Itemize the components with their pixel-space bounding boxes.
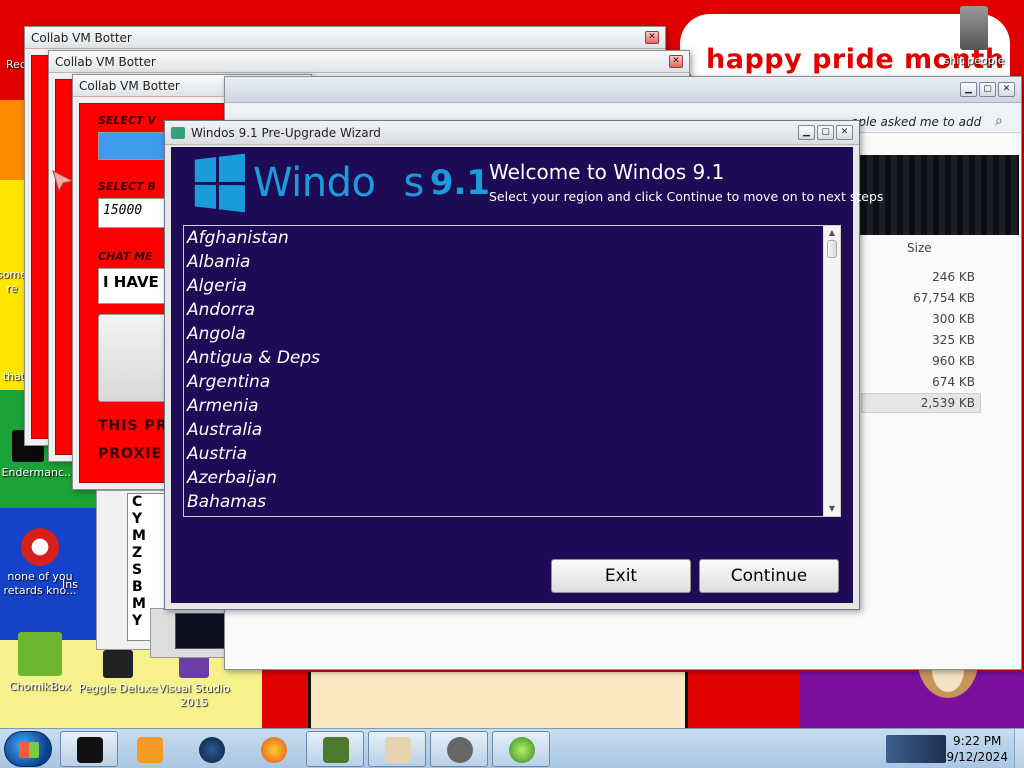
listbox-scrollbar[interactable]: ▲ ▼: [823, 226, 840, 516]
search-icon[interactable]: ⌕: [995, 113, 1003, 129]
desktop-icon-label: Endermanc...: [1, 466, 75, 479]
limewire-icon: [509, 737, 535, 763]
wizard-body: Windo s 9.1 Welcome to Windos 9.1 Select…: [171, 147, 883, 603]
firefox-icon: [261, 737, 287, 763]
minecraft-icon: [323, 737, 349, 763]
desktop-icon-label: shit people: [943, 54, 1005, 67]
scroll-down-icon[interactable]: ▼: [824, 502, 840, 516]
file-size: 67,754 KB: [913, 291, 975, 305]
exit-button[interactable]: Exit: [551, 559, 691, 593]
taskbar-app-media[interactable]: [120, 731, 178, 767]
logo-name: Windo: [253, 160, 376, 206]
folder-icon: [960, 6, 988, 50]
media-player-icon: [137, 737, 163, 763]
file-size: 674 KB: [932, 375, 975, 389]
region-option[interactable]: Afghanistan: [187, 226, 840, 250]
file-size: 300 KB: [932, 312, 975, 326]
region-option[interactable]: Antigua & Deps: [187, 346, 840, 370]
region-listbox[interactable]: Afghanistan Albania Algeria Andorra Ango…: [183, 225, 841, 517]
peggle-icon: [103, 650, 133, 678]
region-option[interactable]: Azerbaijan: [187, 466, 840, 490]
search-input[interactable]: ople asked me to add: [851, 115, 981, 129]
select-b-label: SELECT B: [98, 180, 156, 193]
app-icon: [171, 126, 185, 139]
select-vm-label: SELECT V: [98, 114, 156, 127]
region-option[interactable]: Armenia: [187, 394, 840, 418]
window-titlebar[interactable]: Collab VM Botter ✕: [25, 27, 665, 49]
continue-button[interactable]: Continue: [699, 559, 839, 593]
tray-icons[interactable]: [886, 735, 946, 763]
maximize-button[interactable]: ▢: [817, 125, 834, 140]
windos-logo: Windo s 9.1: [191, 153, 491, 213]
file-size: 2,539 KB: [920, 396, 975, 410]
opera-icon: [21, 528, 59, 566]
clock-date: 9/12/2024: [946, 750, 1008, 764]
globe-icon: [199, 737, 225, 763]
wallpaper-bottom-figure: [308, 672, 688, 730]
footer-text-line2: PROXIE: [98, 446, 163, 462]
scroll-up-icon[interactable]: ▲: [824, 226, 840, 240]
scrollbar-thumb[interactable]: [827, 240, 837, 258]
welcome-heading: Welcome to Windos 9.1: [489, 160, 725, 184]
taskbar-app-doctor[interactable]: [368, 731, 426, 767]
terminal-icon: [77, 737, 103, 763]
region-option[interactable]: Angola: [187, 322, 840, 346]
wizard-title: Windos 9.1 Pre-Upgrade Wizard: [191, 125, 381, 140]
desktop-icon-label: Visual Studio 2015: [158, 682, 230, 709]
file-size: 960 KB: [932, 354, 975, 368]
explorer-titlebar[interactable]: ▁ ▢ ✕: [225, 77, 1021, 103]
window-title: Collab VM Botter: [55, 54, 156, 69]
maximize-button[interactable]: ▢: [979, 82, 996, 97]
chat-message-label: CHAT ME: [98, 250, 153, 263]
desktop-icon-visual-studio[interactable]: Visual Studio 2015: [154, 650, 234, 710]
region-option[interactable]: Argentina: [187, 370, 840, 394]
region-option[interactable]: Algeria: [187, 274, 840, 298]
window-titlebar[interactable]: Collab VM Botter ✕: [49, 51, 689, 73]
chomikbox-icon: [18, 632, 62, 676]
show-desktop-button[interactable]: [1014, 729, 1024, 768]
start-button[interactable]: [4, 731, 52, 767]
minimize-button[interactable]: ▁: [798, 125, 815, 140]
taskbar-app-limewire[interactable]: [492, 731, 550, 767]
desktop-icon-label: ChomikBox: [9, 680, 71, 693]
close-button[interactable]: ✕: [836, 125, 853, 140]
region-option[interactable]: Austria: [187, 442, 840, 466]
region-option[interactable]: Albania: [187, 250, 840, 274]
footer-text-line1: THIS PR: [98, 418, 168, 434]
taskbar-app-minecraft[interactable]: [306, 731, 364, 767]
taskbar-app-skull[interactable]: [430, 731, 488, 767]
close-button[interactable]: ✕: [645, 31, 659, 44]
region-option[interactable]: Australia: [187, 418, 840, 442]
welcome-subheading: Select your region and click Continue to…: [489, 189, 884, 204]
window-title: Collab VM Botter: [31, 30, 132, 45]
region-option[interactable]: Bahamas: [187, 490, 840, 514]
logo-version: 9.1: [429, 163, 491, 203]
close-button[interactable]: ✕: [669, 55, 683, 68]
clock-time: 9:22 PM: [953, 734, 1002, 748]
size-column-header[interactable]: Size: [907, 241, 932, 255]
desktop-icon-label: Peggle Deluxe: [78, 682, 158, 695]
close-button[interactable]: ✕: [998, 82, 1015, 97]
desktop-icon-shit-people[interactable]: shit people: [934, 6, 1014, 68]
taskbar: 9:22 PM 9/12/2024: [0, 728, 1024, 768]
hidden-window-strip: [150, 608, 230, 658]
windows-flag-icon: [194, 153, 245, 213]
wizard-titlebar[interactable]: Windos 9.1 Pre-Upgrade Wizard ▁ ▢ ✕: [165, 121, 859, 145]
taskbar-clock[interactable]: 9:22 PM 9/12/2024: [946, 733, 1008, 765]
windos-upgrade-wizard[interactable]: Windos 9.1 Pre-Upgrade Wizard ▁ ▢ ✕ Wind…: [164, 120, 883, 610]
desktop-icon-peggle[interactable]: Peggle Deluxe: [78, 650, 158, 696]
skull-icon: [447, 737, 473, 763]
file-size: 325 KB: [932, 333, 975, 347]
system-tray: 9:22 PM 9/12/2024: [846, 729, 1024, 768]
taskbar-app-terminal[interactable]: [60, 731, 118, 767]
desktop-icon-chomikbox[interactable]: ChomikBox: [0, 632, 80, 694]
file-size: 246 KB: [932, 270, 975, 284]
minimize-button[interactable]: ▁: [960, 82, 977, 97]
doctor-icon: [385, 737, 411, 763]
region-option[interactable]: Andorra: [187, 298, 840, 322]
taskbar-app-firefox[interactable]: [244, 731, 302, 767]
logo-s: s: [403, 160, 425, 206]
taskbar-app-globe[interactable]: [182, 731, 240, 767]
